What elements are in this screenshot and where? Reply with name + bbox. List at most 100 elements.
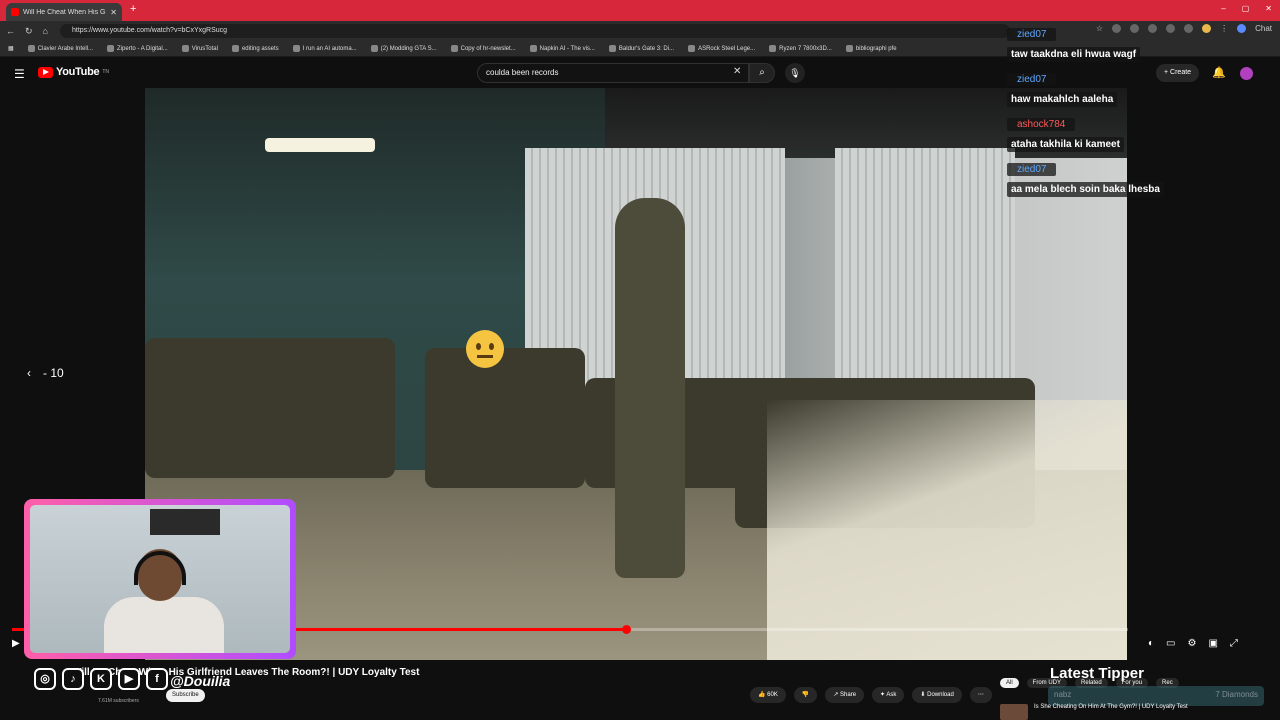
bookmark-item[interactable]: Napkin AI - The vis... <box>529 45 595 52</box>
chat-button[interactable]: Chat <box>1255 24 1272 33</box>
chat-text: haw makahlch aaleha <box>1007 92 1118 107</box>
bookmark-label: editing assets <box>241 45 279 52</box>
bookmark-label: ASRock Steel Lege... <box>698 45 756 52</box>
more-actions-button[interactable]: ⋯ <box>969 687 992 703</box>
subscribe-button[interactable]: Subscribe <box>166 689 205 702</box>
download-label: Download <box>927 692 954 698</box>
bookmark-favicon-icon <box>688 45 696 52</box>
menu-dots-icon[interactable]: ⋮ <box>1220 24 1228 33</box>
chevron-left-icon: ‹ <box>27 366 31 380</box>
bookmark-item[interactable]: editing assets <box>231 45 279 52</box>
bookmark-favicon-icon <box>845 45 853 52</box>
apps-icon[interactable]: ▦ <box>8 45 14 52</box>
progress-scrubber[interactable] <box>621 625 631 634</box>
bookmark-label: VirusTotal <box>191 45 218 52</box>
chat-username: zied07 <box>1007 73 1057 86</box>
nav-buttons: ← ↻ ⌂ <box>6 26 48 37</box>
video-actions: 👍 60K 👎 ↗ Share ✦ Ask ⬇ Download ⋯ <box>750 687 992 703</box>
bookmark-item[interactable]: Ziperto - A Digital... <box>107 45 168 52</box>
close-window-icon[interactable]: ✕ <box>1265 4 1272 13</box>
search-icon: ⌕ <box>759 67 765 78</box>
related-video-item[interactable]: Is She Cheating On Him At The Gym?! | UD… <box>1000 704 1220 720</box>
youtube-favicon-icon <box>11 8 19 16</box>
url-bar[interactable]: https://www.youtube.com/watch?v=bCxYxgRS… <box>60 24 1010 38</box>
share-button[interactable]: ↗ Share <box>825 687 865 703</box>
video-scene-person <box>615 198 685 578</box>
bookmark-favicon-icon <box>769 45 777 52</box>
chat-username: zied07 <box>1007 163 1057 176</box>
clear-search-icon[interactable]: ✕ <box>733 66 741 77</box>
youtube-logo-text: YouTube <box>56 66 100 78</box>
chat-message: zied07 aa mela blech soin baka lhesba <box>1007 159 1177 197</box>
home-icon[interactable]: ⌂ <box>43 26 48 37</box>
bookmark-favicon-icon <box>370 45 378 52</box>
bookmark-item[interactable]: Copy of hr-newslet... <box>450 45 516 52</box>
window-controls: – ▢ ✕ <box>1221 4 1272 13</box>
bookmark-label: Ziperto - A Digital... <box>117 45 168 52</box>
chat-message: ashock784 ataha takhila ki kameet <box>1007 114 1177 152</box>
maximize-icon[interactable]: ▢ <box>1242 4 1250 13</box>
bookmark-favicon-icon <box>608 45 616 52</box>
minimize-icon[interactable]: – <box>1221 4 1225 13</box>
autoplay-toggle-icon[interactable]: ◐ <box>1148 638 1154 649</box>
youtube-logo[interactable]: YouTube TN <box>38 66 109 78</box>
gemini-icon[interactable] <box>1237 24 1247 33</box>
dislike-button[interactable]: 👎 <box>793 687 818 703</box>
bookmark-favicon-icon <box>107 45 115 52</box>
facebook-icon: f <box>146 668 168 690</box>
new-tab-button[interactable]: + <box>130 3 136 15</box>
browser-tab[interactable]: Will He Cheat When His Girlfriend ✕ <box>6 3 122 21</box>
extension-icon[interactable] <box>1184 24 1194 33</box>
share-label: Share <box>840 692 857 698</box>
chat-text: ataha takhila ki kameet <box>1007 137 1124 152</box>
bookmark-label: Clavier Arabe Intell... <box>37 45 94 52</box>
chat-username: ashock784 <box>1007 118 1076 131</box>
reload-icon[interactable]: ↻ <box>25 26 33 37</box>
search-input[interactable]: coulda been records <box>477 63 749 83</box>
like-count: 60K <box>767 692 778 698</box>
ask-button[interactable]: ✦ Ask <box>872 687 905 703</box>
bookmark-item[interactable]: (2) Modding GTA S... <box>370 45 437 52</box>
bookmark-item[interactable]: ASRock Steel Lege... <box>688 45 755 52</box>
headset-icon <box>134 551 186 585</box>
search-button[interactable]: ⌕ <box>749 63 775 83</box>
social-icons: ◎ ♪ K ▶ f <box>34 668 168 690</box>
voice-search-button[interactable]: 🎙 <box>785 63 805 83</box>
youtube-logo-region: TN <box>102 69 109 75</box>
bookmark-label: Napkin AI - The vis... <box>539 45 595 52</box>
tiktok-icon: ♪ <box>62 668 84 690</box>
chat-username: zied07 <box>1007 28 1057 41</box>
like-button[interactable]: 👍 60K <box>750 687 786 703</box>
facecam-video <box>30 505 290 653</box>
bookmark-item[interactable]: Clavier Arabe Intell... <box>27 45 94 52</box>
bookmark-item[interactable]: VirusTotal <box>181 45 218 52</box>
notifications-bell-icon[interactable]: 🔔 <box>1212 66 1226 79</box>
play-icon[interactable]: ▶ <box>12 638 20 649</box>
subtitles-icon[interactable]: ▭ <box>1166 638 1175 649</box>
profile-icon[interactable] <box>1202 24 1212 33</box>
bookmark-label: Ryzen 7 7800x3D... <box>779 45 832 52</box>
account-avatar[interactable] <box>1240 67 1253 80</box>
bookmark-favicon-icon <box>181 45 189 52</box>
streamer-handle: @Douilia <box>170 673 231 689</box>
bookmark-favicon-icon <box>529 45 537 52</box>
bookmark-item[interactable]: Baldur's Gate 3: Di... <box>608 45 674 52</box>
chat-text: aa mela blech soin baka lhesba <box>1007 182 1164 197</box>
fullscreen-icon[interactable]: ⤢ <box>1230 638 1238 649</box>
bookmark-item[interactable]: bibliographi pfe <box>845 45 897 52</box>
rewind-label: - 10 <box>43 366 64 380</box>
theater-mode-icon[interactable]: ▣ <box>1208 638 1217 649</box>
video-scene-light <box>265 138 375 152</box>
subscriber-count: 7.61M subscribers <box>98 698 139 704</box>
rewind-overlay[interactable]: ‹ - 10 <box>27 366 64 380</box>
hamburger-menu-icon[interactable]: ☰ <box>14 67 25 81</box>
settings-gear-icon[interactable]: ⚙ <box>1188 638 1197 649</box>
download-button[interactable]: ⬇ Download <box>912 687 962 703</box>
bookmark-item[interactable]: I run an AI automa... <box>292 45 357 52</box>
close-tab-icon[interactable]: ✕ <box>110 8 117 17</box>
back-icon[interactable]: ← <box>6 26 15 37</box>
related-video-title: Is She Cheating On Him At The Gym?! | UD… <box>1034 704 1188 710</box>
bookmark-item[interactable]: Ryzen 7 7800x3D... <box>769 45 832 52</box>
chip-item[interactable]: All <box>1000 678 1019 688</box>
facecam-poster <box>150 509 220 535</box>
